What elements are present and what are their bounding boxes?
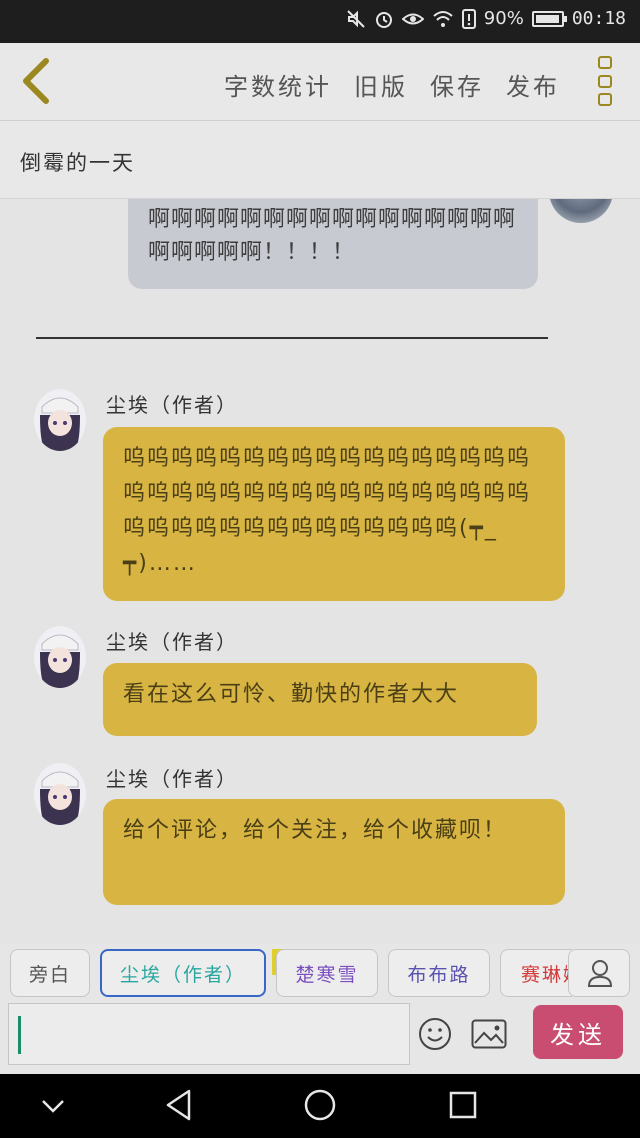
system-nav-bar	[0, 1074, 640, 1138]
wifi-icon	[433, 10, 453, 27]
clock: 00:18	[571, 8, 626, 29]
message-bubble: 啊啊啊啊啊啊啊啊啊啊啊啊啊啊啊啊啊啊啊啊啊！！！！	[128, 199, 538, 289]
chat-area[interactable]: 啊啊啊啊啊啊啊啊啊啊啊啊啊啊啊啊啊啊啊啊啊！！！！ 尘埃（作者） 呜呜呜呜呜呜呜…	[0, 199, 640, 943]
role-label: 赛琳娜	[521, 963, 572, 986]
avatar	[549, 199, 613, 223]
word-count-button[interactable]: 字数统计	[224, 67, 332, 102]
avatar[interactable]	[34, 389, 86, 451]
recent-apps-square-icon[interactable]	[449, 1091, 477, 1119]
text-cursor	[18, 1016, 21, 1054]
speaker-name: 尘埃（作者）	[106, 393, 238, 417]
role-chip-author[interactable]: 尘埃（作者）	[100, 949, 266, 997]
speaker-name: 尘埃（作者）	[106, 767, 238, 791]
more-menu-icon[interactable]	[598, 56, 612, 106]
composer-panel: 旁白 尘埃（作者） 主 楚寒雪 布布路 赛琳娜 发送	[0, 943, 640, 1074]
divider	[36, 337, 548, 339]
chapter-title[interactable]: 倒霉的一天	[20, 147, 135, 177]
message-bubble[interactable]: 呜呜呜呜呜呜呜呜呜呜呜呜呜呜呜呜呜呜呜呜呜呜呜呜呜呜呜呜呜呜呜呜呜呜呜呜呜呜呜呜…	[103, 427, 565, 601]
role-label: 旁白	[28, 963, 71, 986]
old-version-button[interactable]: 旧版	[354, 67, 408, 102]
battery-percent: 90%	[483, 8, 524, 29]
role-label: 楚寒雪	[295, 963, 359, 986]
top-bar: 字数统计 旧版 保存 发布	[0, 43, 640, 121]
person-icon	[587, 960, 613, 987]
send-button[interactable]: 发送	[533, 1005, 623, 1059]
speaker-name: 尘埃（作者）	[106, 630, 238, 654]
battery-level	[535, 14, 560, 23]
add-role-button[interactable]	[568, 949, 630, 997]
role-label: 尘埃（作者）	[119, 963, 246, 986]
emoji-icon[interactable]	[418, 1017, 452, 1051]
publish-button[interactable]: 发布	[506, 67, 560, 102]
chapter-title-bar: 倒霉的一天	[0, 121, 640, 199]
back-triangle-icon[interactable]	[164, 1088, 192, 1122]
back-arrow-icon[interactable]	[14, 57, 58, 105]
role-chip-selina[interactable]: 赛琳娜	[500, 949, 572, 997]
role-chip-chuhanxue[interactable]: 楚寒雪	[276, 949, 378, 997]
message-bubble[interactable]: 看在这么可怜、勤快的作者大大	[103, 663, 537, 736]
alarm-icon	[375, 11, 392, 28]
mute-icon	[347, 9, 365, 28]
role-chip-bubulu[interactable]: 布布路	[388, 949, 490, 997]
status-bar: 90% 00:18	[0, 0, 640, 43]
message-input[interactable]	[8, 1003, 410, 1065]
role-chip-narrator[interactable]: 旁白	[10, 949, 90, 997]
eye-icon	[401, 13, 424, 24]
message-bubble[interactable]: 给个评论，给个关注，给个收藏呗！	[103, 799, 565, 905]
sim-alert-icon	[461, 8, 476, 29]
chevron-down-icon[interactable]	[40, 1096, 66, 1116]
home-circle-icon[interactable]	[303, 1088, 337, 1122]
image-icon[interactable]	[471, 1019, 507, 1049]
battery-icon	[531, 10, 567, 27]
role-label: 布布路	[407, 963, 471, 986]
save-button[interactable]: 保存	[430, 67, 484, 102]
avatar[interactable]	[34, 626, 86, 688]
avatar[interactable]	[34, 763, 86, 825]
